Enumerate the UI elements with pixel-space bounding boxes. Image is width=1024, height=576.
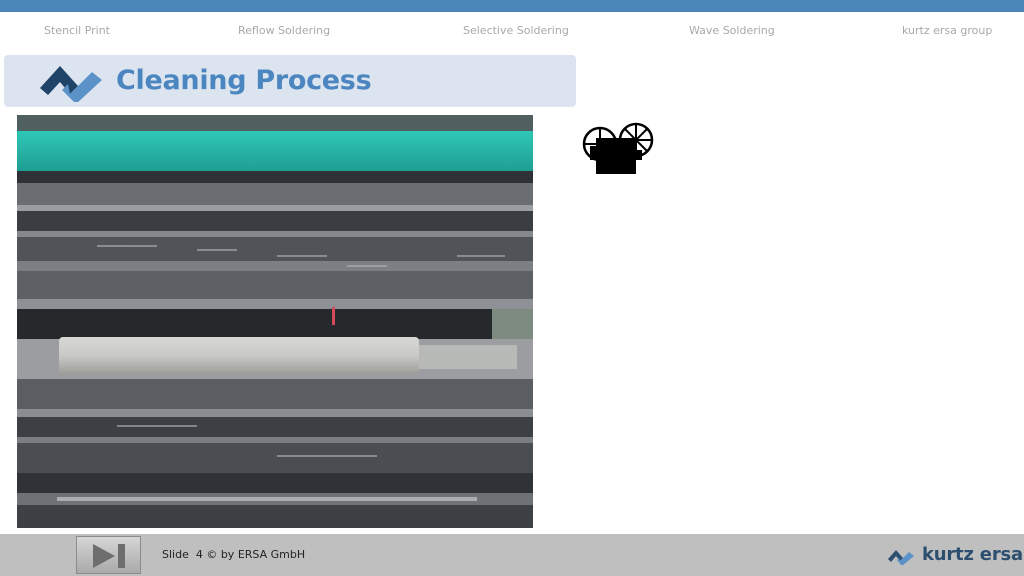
film-projector-icon[interactable] xyxy=(582,120,656,180)
top-accent-bar xyxy=(0,0,1024,12)
play-next-icon xyxy=(93,544,125,568)
slide-info: Slide 4 © by ERSA GmbH xyxy=(162,548,306,561)
ersa-logo-icon xyxy=(40,66,102,102)
nav-item-kurtz-ersa-group[interactable]: kurtz ersa group xyxy=(902,24,992,37)
kurtz-ersa-logo-icon xyxy=(888,550,914,565)
play-next-button[interactable] xyxy=(76,536,141,574)
title-banner: Cleaning Process xyxy=(4,55,576,107)
footer-bar: Slide 4 © by ERSA GmbH kurtz ersa xyxy=(0,534,1024,576)
machine-video-still xyxy=(17,115,533,528)
video-frame[interactable] xyxy=(17,115,533,528)
nav-item-reflow-soldering[interactable]: Reflow Soldering xyxy=(238,24,330,37)
nav-item-stencil-print[interactable]: Stencil Print xyxy=(44,24,110,37)
nav-item-wave-soldering[interactable]: Wave Soldering xyxy=(689,24,775,37)
section-nav: Stencil Print Reflow Soldering Selective… xyxy=(0,24,1024,42)
page-title: Cleaning Process xyxy=(116,65,372,96)
nav-item-selective-soldering[interactable]: Selective Soldering xyxy=(463,24,569,37)
brand-name: kurtz ersa xyxy=(922,544,1023,565)
